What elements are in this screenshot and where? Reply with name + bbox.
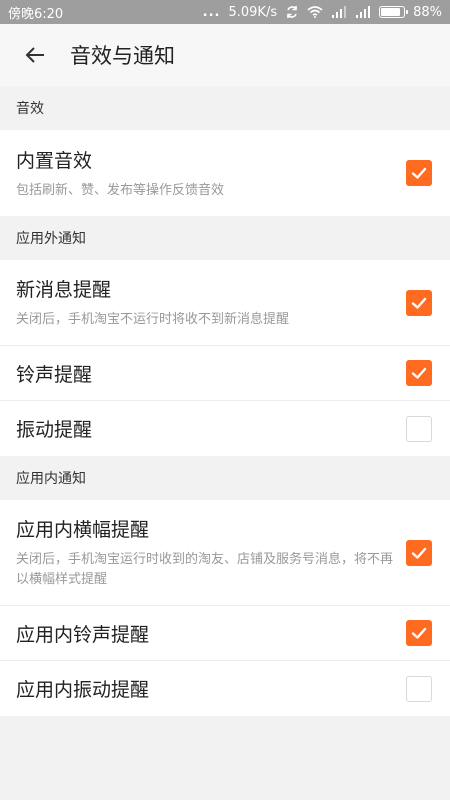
setting-checkbox[interactable] <box>406 289 432 316</box>
checkmark-icon <box>411 367 427 379</box>
setting-row[interactable]: 应用内振动提醒 <box>0 661 450 716</box>
setting-row[interactable]: 新消息提醒关闭后，手机淘宝不运行时将收不到新消息提醒 <box>0 260 450 346</box>
setting-checkbox[interactable] <box>406 620 432 646</box>
status-icons: ... 5.09K/s 88% <box>203 5 442 20</box>
sync-icon <box>285 5 299 19</box>
settings-group: 应用内横幅提醒关闭后，手机淘宝运行时收到的淘友、店铺及服务号消息，将不再以横幅样… <box>0 500 450 716</box>
setting-text: 振动提醒 <box>16 415 406 442</box>
setting-title: 应用内振动提醒 <box>16 679 150 701</box>
setting-title: 铃声提醒 <box>16 363 93 386</box>
setting-text: 应用内振动提醒 <box>16 675 406 702</box>
setting-checkbox[interactable] <box>406 415 432 442</box>
settings-group: 内置音效包括刷新、赞、发布等操作反馈音效 <box>0 130 450 216</box>
signal-icon-1 <box>331 6 347 18</box>
section-header: 应用外通知 <box>0 216 450 260</box>
arrow-left-icon <box>25 47 44 63</box>
wifi-icon <box>307 6 323 18</box>
setting-text: 应用内横幅提醒关闭后，手机淘宝运行时收到的淘友、店铺及服务号消息，将不再以横幅样… <box>16 515 406 590</box>
back-button[interactable] <box>18 38 52 72</box>
settings-list: 音效内置音效包括刷新、赞、发布等操作反馈音效应用外通知新消息提醒关闭后，手机淘宝… <box>0 86 450 716</box>
checkmark-icon <box>411 167 427 179</box>
setting-row[interactable]: 应用内铃声提醒 <box>0 606 450 661</box>
setting-title: 新消息提醒 <box>16 279 112 301</box>
checkmark-icon <box>411 297 427 309</box>
status-time: 傍晚6:20 <box>8 6 64 22</box>
setting-checkbox[interactable] <box>406 360 432 386</box>
section-header: 音效 <box>0 86 450 130</box>
checkmark-icon <box>411 627 427 639</box>
settings-group: 新消息提醒关闭后，手机淘宝不运行时将收不到新消息提醒铃声提醒振动提醒 <box>0 260 450 456</box>
signal-icon-2 <box>355 6 371 18</box>
setting-row[interactable]: 振动提醒 <box>0 401 450 456</box>
setting-text: 应用内铃声提醒 <box>16 620 406 647</box>
app-bar: 音效与通知 <box>0 24 450 86</box>
setting-checkbox[interactable] <box>406 160 432 186</box>
setting-checkbox[interactable] <box>406 675 432 702</box>
setting-title: 内置音效 <box>16 149 93 172</box>
setting-title: 应用内铃声提醒 <box>16 623 150 646</box>
setting-row[interactable]: 内置音效包括刷新、赞、发布等操作反馈音效 <box>0 130 450 216</box>
setting-description: 包括刷新、赞、发布等操作反馈音效 <box>16 182 225 198</box>
setting-text: 铃声提醒 <box>16 360 406 387</box>
setting-description: 关闭后，手机淘宝不运行时将收不到新消息提醒 <box>16 312 290 327</box>
setting-row[interactable]: 应用内横幅提醒关闭后，手机淘宝运行时收到的淘友、店铺及服务号消息，将不再以横幅样… <box>0 500 450 606</box>
more-dots: ... <box>202 4 221 20</box>
checkmark-icon <box>411 547 427 559</box>
setting-title: 振动提醒 <box>16 419 93 441</box>
status-bar: 傍晚6:20 ... 5.09K/s 88% <box>0 0 450 24</box>
setting-checkbox[interactable] <box>406 539 432 566</box>
battery-icon <box>379 6 409 18</box>
setting-row[interactable]: 铃声提醒 <box>0 346 450 401</box>
section-header: 应用内通知 <box>0 456 450 500</box>
page-title: 音效与通知 <box>70 44 175 68</box>
network-speed: 5.09K/s <box>228 4 278 20</box>
battery-percent: 88% <box>413 4 442 20</box>
setting-description: 关闭后，手机淘宝运行时收到的淘友、店铺及服务号消息，将不再以横幅样式提醒 <box>16 552 394 587</box>
setting-title: 应用内横幅提醒 <box>16 519 150 541</box>
setting-text: 新消息提醒关闭后，手机淘宝不运行时将收不到新消息提醒 <box>16 275 406 330</box>
setting-text: 内置音效包括刷新、赞、发布等操作反馈音效 <box>16 146 406 201</box>
